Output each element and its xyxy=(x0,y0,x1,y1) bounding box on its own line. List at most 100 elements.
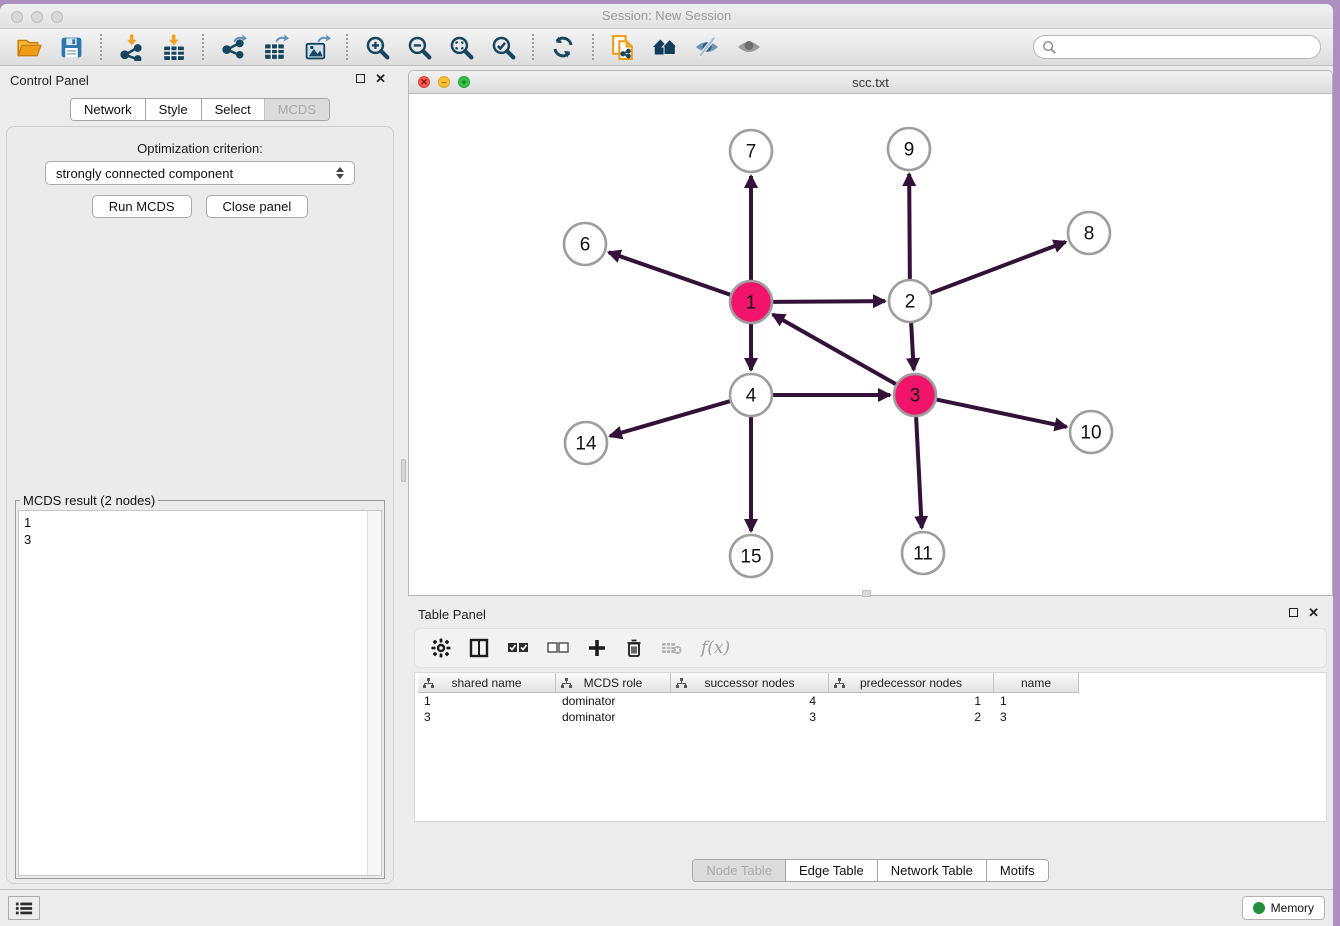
horizontal-splitter-handle[interactable] xyxy=(862,590,871,597)
edge-1-2[interactable] xyxy=(773,301,885,302)
vertical-splitter-handle[interactable] xyxy=(401,459,406,482)
close-panel-icon[interactable]: ✕ xyxy=(375,73,386,84)
close-panel-button[interactable]: Close panel xyxy=(206,195,309,218)
import-table-icon[interactable] xyxy=(159,33,187,61)
toolbar-separator xyxy=(346,34,348,60)
control-panel-tabs: NetworkStyleSelectMCDS xyxy=(0,98,400,121)
column-header-name[interactable]: name xyxy=(994,673,1079,693)
hide-graphics-icon[interactable] xyxy=(693,33,721,61)
tab-style[interactable]: Style xyxy=(145,99,201,120)
graph-node-10[interactable]: 10 xyxy=(1070,411,1112,453)
table-cell[interactable]: 1 xyxy=(994,694,1079,708)
table-panel-header: Table Panel ✕ xyxy=(408,600,1333,626)
memory-status-icon xyxy=(1253,902,1265,914)
deselect-all-icon[interactable] xyxy=(547,640,569,656)
table-cell[interactable]: 3 xyxy=(671,710,829,724)
export-network-icon[interactable] xyxy=(219,33,247,61)
delete-row-icon[interactable] xyxy=(625,638,643,658)
float-table-panel-icon[interactable] xyxy=(1289,608,1298,617)
import-network-icon[interactable] xyxy=(117,33,145,61)
edge-3-1[interactable] xyxy=(773,314,896,384)
close-table-panel-icon[interactable]: ✕ xyxy=(1308,607,1319,618)
table-cell[interactable]: dominator xyxy=(556,710,671,724)
zoom-selected-icon[interactable] xyxy=(489,33,517,61)
graph-node-3[interactable]: 3 xyxy=(894,374,936,416)
table-row[interactable]: 3dominator323 xyxy=(418,709,1326,725)
add-row-icon[interactable] xyxy=(587,638,607,658)
network-graph-canvas[interactable]: 7 9 6 8 1 2 4 3 14 10 15 11 xyxy=(409,93,1332,595)
tab-select[interactable]: Select xyxy=(201,99,264,120)
run-mcds-button[interactable]: Run MCDS xyxy=(92,195,192,218)
table-cell[interactable]: 2 xyxy=(829,710,994,724)
edge-2-9[interactable] xyxy=(909,174,910,279)
home-icon[interactable] xyxy=(651,33,679,61)
column-header-MCDS-role[interactable]: MCDS role xyxy=(556,673,671,693)
edge-3-10[interactable] xyxy=(937,400,1067,427)
float-panel-icon[interactable] xyxy=(356,74,365,83)
graph-node-14[interactable]: 14 xyxy=(565,422,607,464)
graph-node-6[interactable]: 6 xyxy=(564,223,606,265)
graph-node-4[interactable]: 4 xyxy=(730,374,772,416)
export-table-icon[interactable] xyxy=(261,33,289,61)
column-label: successor nodes xyxy=(704,676,794,690)
graph-node-15[interactable]: 15 xyxy=(730,535,772,577)
table-options-icon[interactable] xyxy=(431,638,451,658)
result-scrollbar[interactable] xyxy=(367,511,381,875)
export-image-icon[interactable] xyxy=(303,33,331,61)
search-input[interactable] xyxy=(1063,39,1312,56)
table-cell[interactable]: 3 xyxy=(418,710,556,724)
open-session-icon[interactable] xyxy=(15,33,43,61)
column-header-predecessor-nodes[interactable]: predecessor nodes xyxy=(829,673,994,693)
graph-node-2[interactable]: 2 xyxy=(889,280,931,322)
graph-node-11[interactable]: 11 xyxy=(902,532,944,574)
table-cell[interactable]: 3 xyxy=(994,710,1079,724)
tab-mcds[interactable]: MCDS xyxy=(264,99,329,120)
tab-node-table[interactable]: Node Table xyxy=(693,860,785,881)
tab-motifs[interactable]: Motifs xyxy=(986,860,1048,881)
refresh-icon[interactable] xyxy=(549,33,577,61)
show-graphics-icon[interactable] xyxy=(735,33,763,61)
edge-2-8[interactable] xyxy=(931,242,1066,293)
tab-network-table[interactable]: Network Table xyxy=(877,860,986,881)
graph-node-8[interactable]: 8 xyxy=(1068,212,1110,254)
graph-node-1[interactable]: 1 xyxy=(730,281,772,323)
graph-node-7[interactable]: 7 xyxy=(730,130,772,172)
graph-node-9[interactable]: 9 xyxy=(888,128,930,170)
table-row[interactable]: 1dominator411 xyxy=(418,693,1326,709)
edge-4-14[interactable] xyxy=(610,401,730,436)
status-bar: Memory xyxy=(0,889,1333,926)
delete-column-icon[interactable] xyxy=(661,640,683,656)
edge-3-11[interactable] xyxy=(916,417,922,528)
tab-network[interactable]: Network xyxy=(71,99,145,120)
table-cell[interactable]: 4 xyxy=(671,694,829,708)
column-header-successor-nodes[interactable]: successor nodes xyxy=(671,673,829,693)
copy-view-icon[interactable] xyxy=(609,33,637,61)
select-all-icon[interactable] xyxy=(507,640,529,656)
table-cell[interactable]: 1 xyxy=(829,694,994,708)
tab-edge-table[interactable]: Edge Table xyxy=(785,860,877,881)
criterion-dropdown[interactable]: strongly connected component xyxy=(45,161,355,185)
zoom-fit-icon[interactable] xyxy=(447,33,475,61)
column-sort-icon xyxy=(834,678,845,692)
column-header-shared-name[interactable]: shared name xyxy=(418,673,556,693)
dropdown-stepper-icon xyxy=(336,167,344,179)
column-sort-icon xyxy=(676,678,687,692)
edge-1-6[interactable] xyxy=(609,252,731,294)
memory-button[interactable]: Memory xyxy=(1242,896,1325,920)
zoom-out-icon[interactable] xyxy=(405,33,433,61)
node-table: shared nameMCDS role successor nodes prede… xyxy=(414,672,1327,822)
save-session-icon[interactable] xyxy=(57,33,85,61)
network-window-titlebar[interactable]: ✕ – + scc.txt xyxy=(409,71,1332,94)
table-cell[interactable]: 1 xyxy=(418,694,556,708)
task-history-button[interactable] xyxy=(8,896,40,920)
zoom-in-icon[interactable] xyxy=(363,33,391,61)
mcds-result-group: MCDS result (2 nodes) 1 3 xyxy=(15,493,385,879)
node-label: 1 xyxy=(746,293,757,314)
network-window-title: scc.txt xyxy=(409,75,1332,90)
insert-column-icon[interactable] xyxy=(469,638,489,658)
table-cell[interactable]: dominator xyxy=(556,694,671,708)
function-builder-icon[interactable]: f(x) xyxy=(701,638,730,658)
node-label: 9 xyxy=(904,140,915,161)
edge-2-3[interactable] xyxy=(911,323,914,370)
search-box[interactable] xyxy=(1033,35,1321,59)
